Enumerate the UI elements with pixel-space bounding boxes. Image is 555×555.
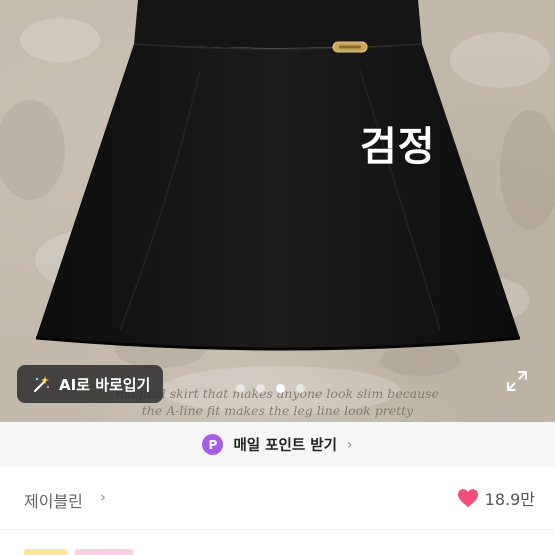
slide-dot[interactable] — [236, 384, 245, 393]
daily-point-banner[interactable]: P 매일 포인트 받기 › — [0, 422, 555, 467]
gold-logo-plate — [332, 41, 368, 53]
heart-icon — [457, 489, 478, 508]
shop-row: 제이블린 › 18.9만 — [0, 467, 555, 529]
caption-line-2: the A-line fit makes the leg line look p… — [141, 403, 414, 418]
slide-dot-active[interactable] — [276, 384, 285, 393]
magic-wand-icon — [33, 376, 50, 393]
expand-icon[interactable] — [505, 369, 529, 393]
shop-name-link[interactable]: 제이블린 — [24, 488, 83, 512]
chevron-right-icon: › — [100, 488, 106, 506]
color-label: 검정 — [360, 124, 436, 170]
ai-try-on-label: AI로 바로입기 — [59, 375, 151, 394]
daily-point-label: 매일 포인트 받기 — [233, 438, 337, 454]
divider — [0, 529, 555, 530]
skirt-photo — [35, 0, 521, 351]
ai-try-on-button[interactable]: AI로 바로입기 — [17, 365, 163, 403]
like-count: 18.9만 — [484, 490, 535, 509]
like-button[interactable]: 18.9만 — [457, 486, 535, 510]
tag-badge — [24, 549, 68, 555]
product-image[interactable]: 검정 magical skirt that makes anyone look … — [0, 0, 555, 422]
slide-dot[interactable] — [296, 384, 305, 393]
tag-badge — [75, 549, 133, 555]
slide-indicator — [236, 384, 305, 393]
point-badge-icon: P — [202, 434, 224, 455]
slide-dot[interactable] — [256, 384, 265, 393]
chevron-right-icon: › — [346, 436, 353, 453]
